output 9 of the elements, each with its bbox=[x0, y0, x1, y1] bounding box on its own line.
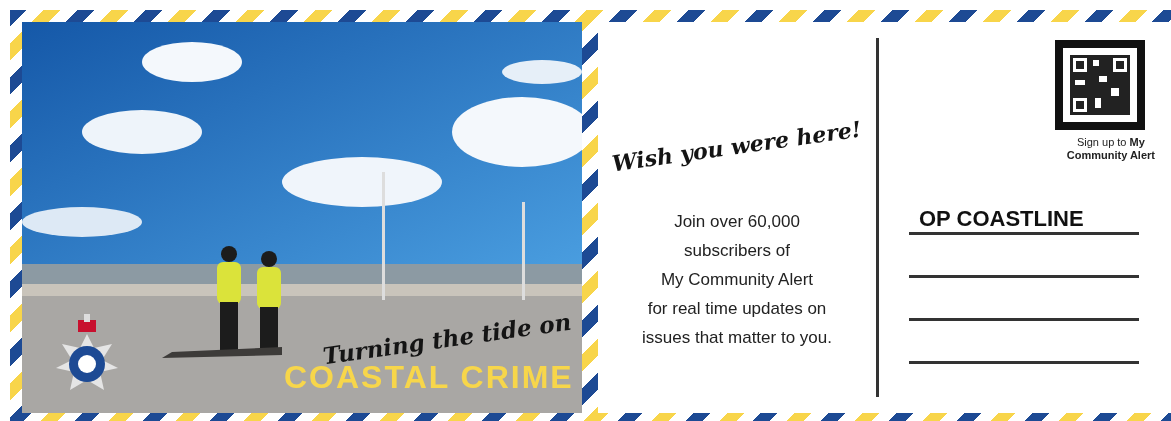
message-line: My Community Alert bbox=[660, 269, 814, 291]
qr-caption: Sign up to My Community Alert bbox=[1066, 136, 1155, 162]
greeting: Wish you were here! bbox=[610, 114, 864, 179]
address-title: OP COASTLINE bbox=[918, 206, 1085, 232]
qr-code-stamp-icon bbox=[1055, 40, 1145, 130]
message-line: issues that matter to you. bbox=[642, 327, 832, 349]
message-line: Join over 60,000 bbox=[674, 211, 800, 233]
message-line: subscribers of bbox=[684, 240, 790, 262]
message-line: for real time updates on bbox=[647, 298, 827, 320]
